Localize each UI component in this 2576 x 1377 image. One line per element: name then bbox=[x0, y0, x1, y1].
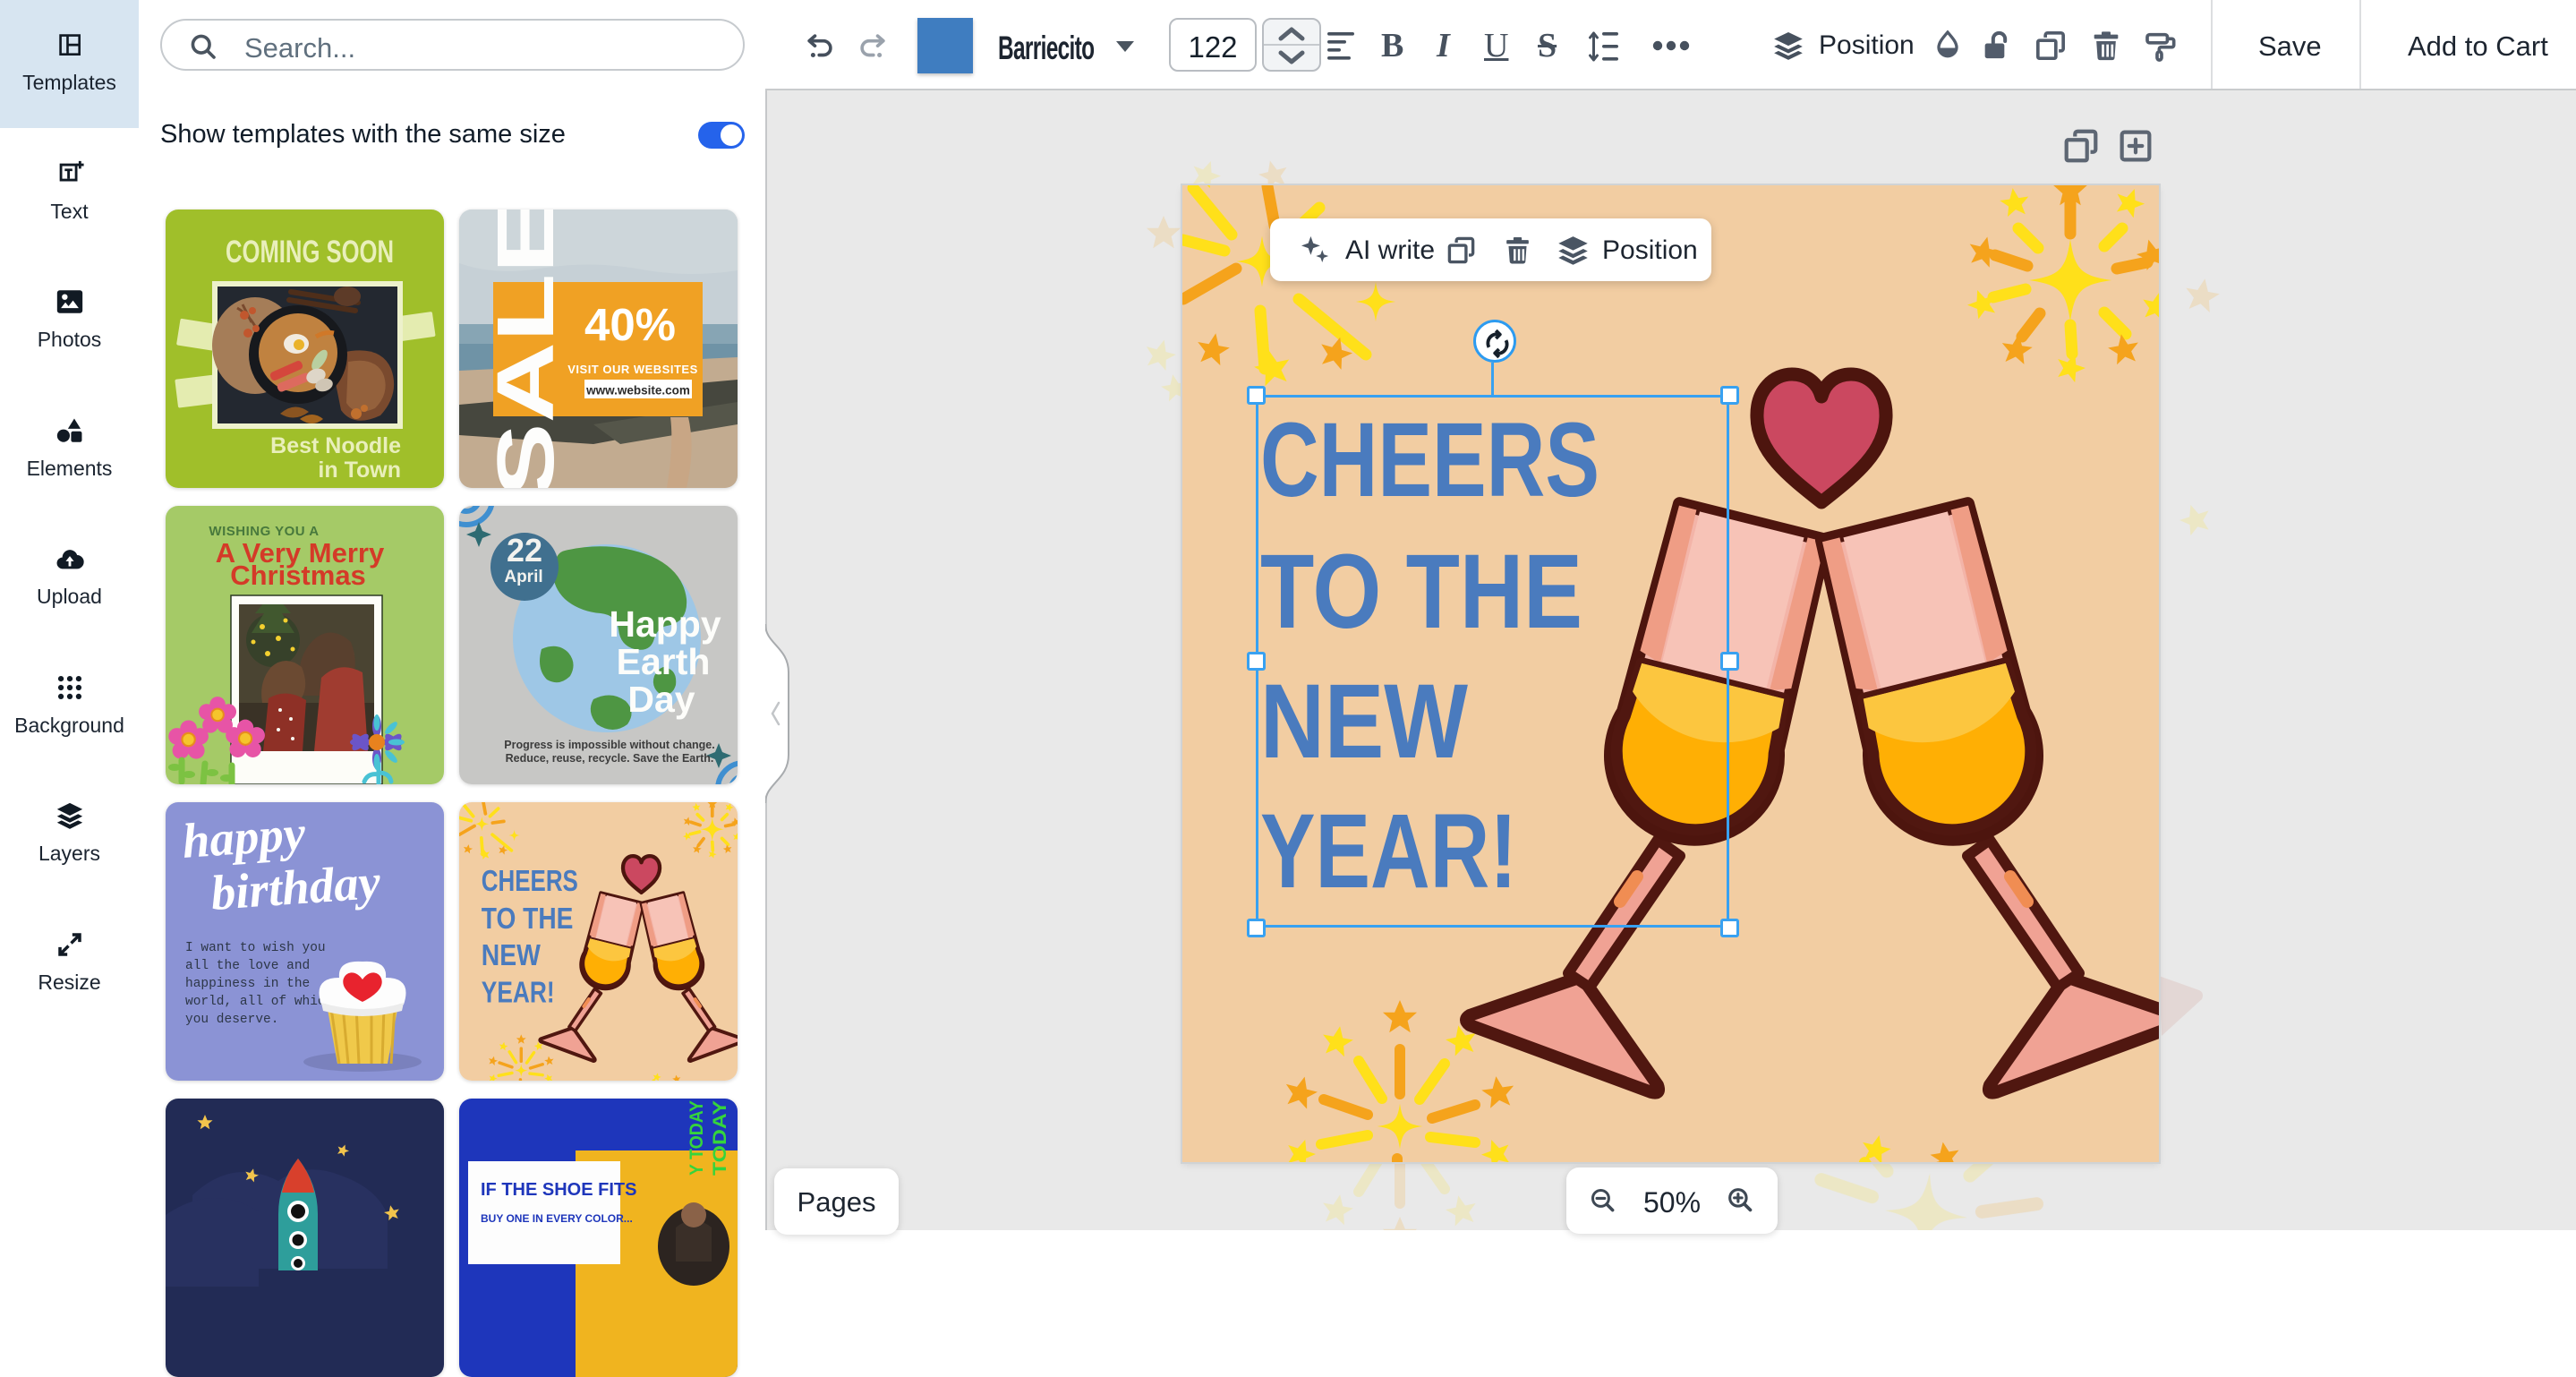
svg-text:Reduce, reuse, recycle. Save t: Reduce, reuse, recycle. Save the Earth. bbox=[506, 752, 714, 765]
svg-text:22: 22 bbox=[507, 532, 542, 569]
svg-text:Day: Day bbox=[627, 679, 695, 720]
svg-text:I want to wish you: I want to wish you bbox=[185, 941, 326, 955]
svg-text:Christmas: Christmas bbox=[230, 560, 366, 591]
svg-text:VISIT OUR WEBSITES: VISIT OUR WEBSITES bbox=[567, 363, 698, 376]
svg-text:COMING SOON: COMING SOON bbox=[226, 235, 394, 269]
svg-text:TODAY: TODAY bbox=[710, 1100, 730, 1176]
svg-text:Progress is impossible without: Progress is impossible without change. bbox=[504, 739, 714, 751]
svg-text:world, all of which: world, all of which bbox=[185, 995, 333, 1009]
svg-text:Earth: Earth bbox=[617, 641, 711, 682]
svg-text:40%: 40% bbox=[584, 299, 676, 350]
svg-text:BUY ONE IN EVERY COLOR...: BUY ONE IN EVERY COLOR... bbox=[481, 1212, 633, 1225]
svg-text:in Town: in Town bbox=[318, 458, 401, 483]
svg-text:SALE: SALE bbox=[482, 210, 571, 488]
svg-text:happy: happy bbox=[181, 805, 308, 868]
svg-text:Happy: Happy bbox=[609, 603, 721, 645]
svg-text:happiness in the: happiness in the bbox=[185, 977, 310, 991]
svg-text:Y TODAY: Y TODAY bbox=[687, 1100, 707, 1176]
svg-text:all the love and: all the love and bbox=[185, 959, 310, 973]
svg-text:IF THE SHOE FITS: IF THE SHOE FITS bbox=[481, 1180, 636, 1200]
svg-text:www.website.com: www.website.com bbox=[585, 384, 690, 398]
svg-text:you deserve.: you deserve. bbox=[185, 1013, 278, 1027]
svg-text:Best Noodle: Best Noodle bbox=[270, 433, 401, 458]
svg-text:April: April bbox=[504, 568, 542, 586]
